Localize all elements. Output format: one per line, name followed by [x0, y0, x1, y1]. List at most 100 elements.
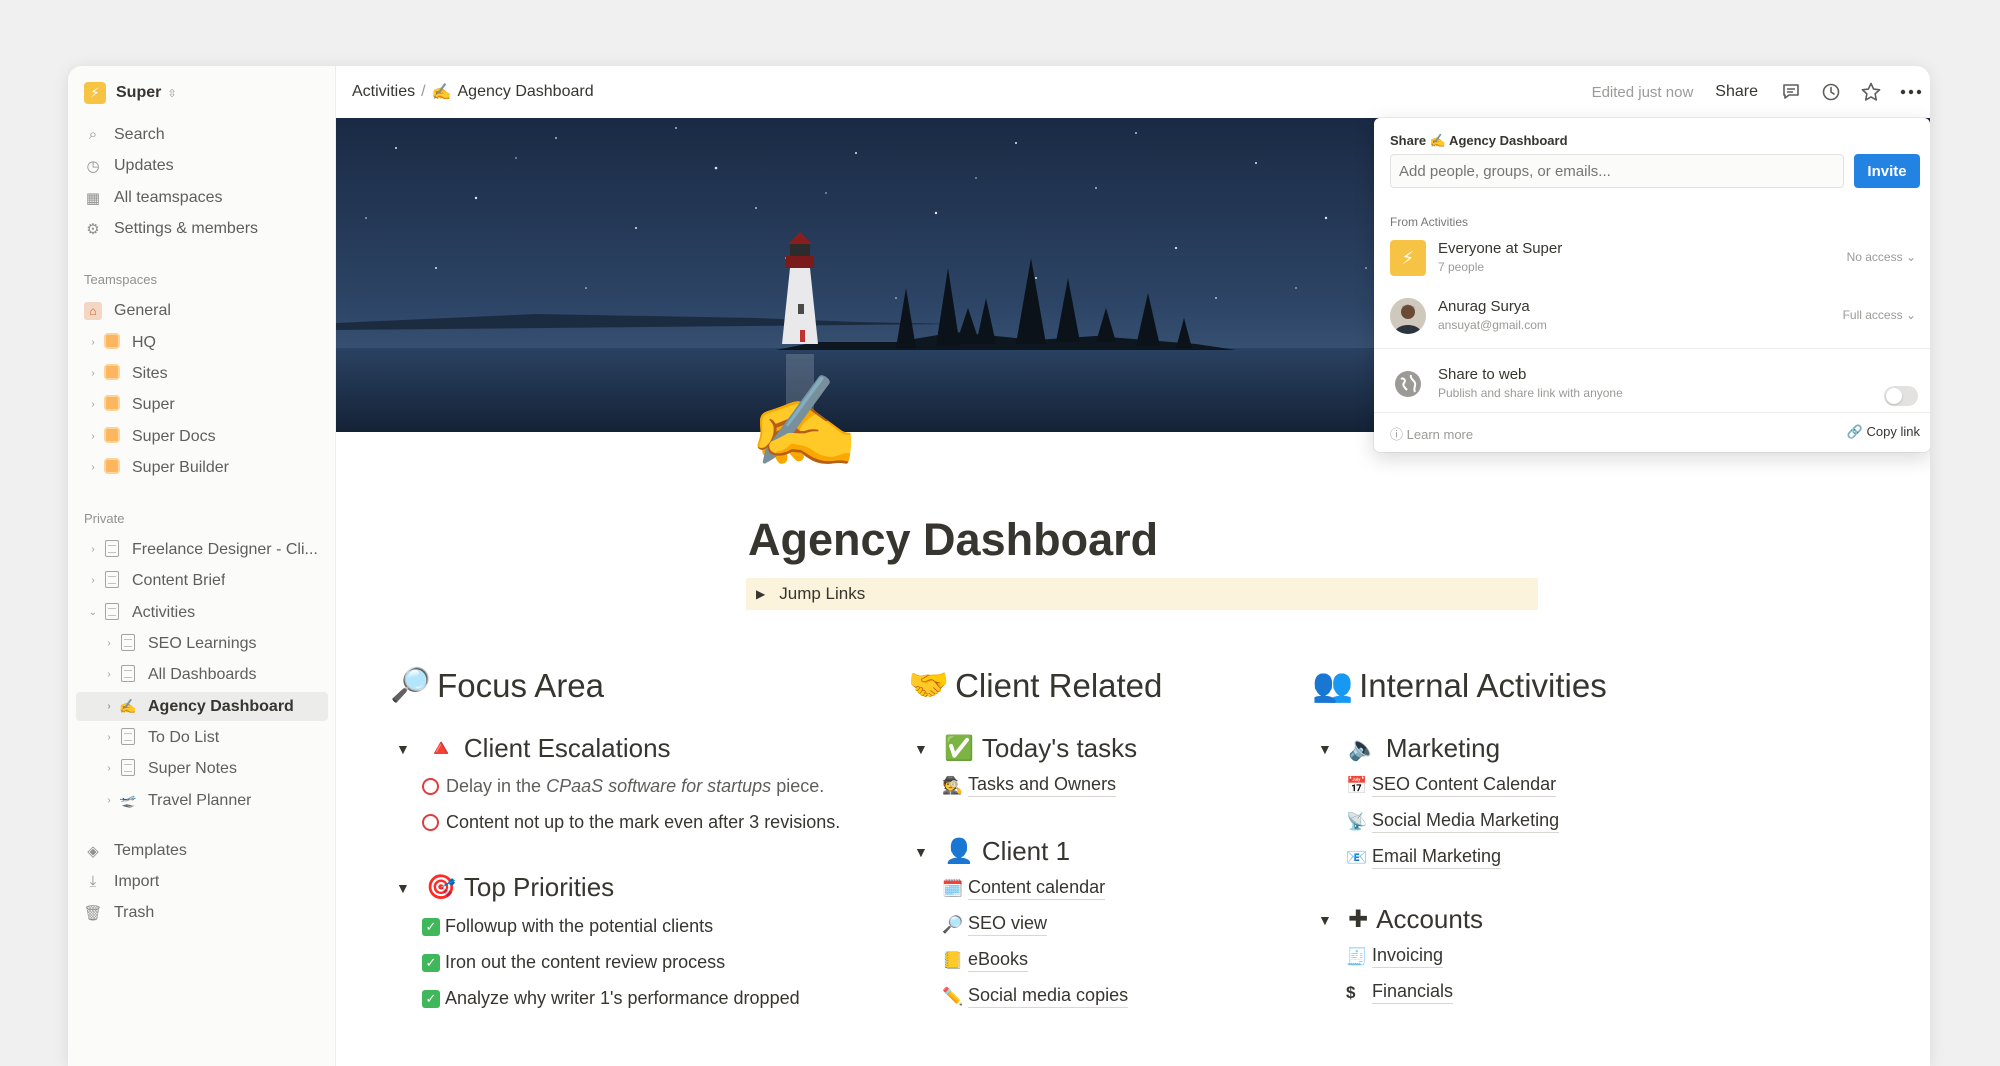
magnifier-icon: 🔎 [942, 914, 964, 934]
link-content-calendar[interactable]: 🗓️ Content calendar [942, 877, 1106, 900]
more-icon[interactable] [1898, 79, 1924, 105]
toggle-triangle-icon[interactable]: ▶ [756, 587, 765, 601]
toggle-triangle-icon[interactable]: ▼ [1318, 741, 1348, 757]
access-dropdown[interactable]: Full access ⌄ [1843, 308, 1916, 322]
target-icon: 🎯 [426, 874, 456, 901]
toggle-client-1[interactable]: ▼ 👤 Client 1 [914, 836, 1070, 867]
link-ebooks[interactable]: 📒 eBooks [942, 949, 1029, 972]
link-email-marketing[interactable]: 📧 Email Marketing [1346, 846, 1502, 869]
jump-links-toggle[interactable]: ▶ Jump Links [746, 578, 1538, 610]
sidebar-item-all-dashboards[interactable]: › All Dashboards [76, 660, 328, 689]
link-social-media-marketing[interactable]: 📡 Social Media Marketing [1346, 810, 1560, 833]
chevron-right-icon[interactable]: › [86, 575, 100, 586]
clock-icon: ◷ [86, 157, 100, 175]
invite-button[interactable]: Invite [1854, 154, 1920, 188]
sidebar-item-search[interactable]: ⌕ Search [76, 120, 328, 149]
link-tasks-and-owners[interactable]: 🕵️ Tasks and Owners [942, 774, 1117, 797]
chevron-right-icon[interactable]: › [86, 337, 100, 348]
chevron-right-icon[interactable]: › [86, 462, 100, 473]
toggle-marketing[interactable]: ▼ 🔈 Marketing [1318, 733, 1500, 764]
invite-input[interactable] [1390, 154, 1844, 188]
sidebar-item-seo-learnings[interactable]: › SEO Learnings [76, 629, 328, 658]
sidebar-item-super-docs[interactable]: › Super Docs [76, 422, 328, 451]
toggle-client-escalations[interactable]: ▼ 🔺 Client Escalations [396, 733, 671, 764]
link-seo-view[interactable]: 🔎 SEO view [942, 913, 1048, 936]
toggle-triangle-icon[interactable]: ▼ [914, 844, 944, 860]
share-name: Everyone at Super [1438, 240, 1563, 257]
airplane-icon: 🛫 [119, 792, 137, 808]
sidebar-item-label: Search [114, 125, 165, 143]
workspace-switcher[interactable]: ⚡ Super ⇳ [84, 80, 335, 106]
page-icon [102, 602, 122, 623]
chevron-right-icon[interactable]: › [86, 368, 100, 379]
sidebar-item-content-brief[interactable]: › Content Brief [76, 566, 328, 595]
chevron-right-icon[interactable]: › [102, 638, 116, 649]
copy-link-button[interactable]: 🔗 Copy link [1847, 424, 1920, 440]
writing-hand-icon: ✍️ [119, 698, 137, 714]
teamspace-icon [102, 427, 122, 446]
sidebar-item-updates[interactable]: ◷ Updates [76, 151, 328, 180]
sidebar-item-label: Sites [132, 364, 168, 382]
trash-icon: 🗑 [83, 904, 103, 922]
calendar-icon: 📅 [1346, 775, 1368, 795]
history-clock-icon[interactable] [1818, 79, 1844, 105]
globe-icon [1390, 366, 1426, 402]
toggle-top-priorities[interactable]: ▼ 🎯 Top Priorities [396, 872, 614, 903]
breadcrumb-parent[interactable]: Activities [352, 83, 415, 101]
breadcrumb-current[interactable]: Agency Dashboard [458, 83, 594, 101]
comment-icon[interactable] [1778, 79, 1804, 105]
chevron-right-icon[interactable]: › [102, 763, 116, 774]
sidebar-item-templates[interactable]: ◈ Templates [76, 836, 328, 865]
gear-icon: ⚙ [86, 220, 100, 238]
chevron-down-icon[interactable]: ⌄ [86, 607, 100, 618]
share-popup: Share ✍️ Agency Dashboard Invite From Ac… [1374, 118, 1930, 452]
sidebar-item-sites[interactable]: › Sites [76, 359, 328, 388]
learn-more-link[interactable]: ⓘ Learn more [1390, 424, 1473, 443]
chevron-right-icon[interactable]: › [102, 701, 116, 712]
chevron-right-icon[interactable]: › [102, 795, 116, 806]
toggle-triangle-icon[interactable]: ▼ [396, 880, 426, 896]
sidebar-item-trash[interactable]: 🗑 Trash [76, 898, 328, 927]
sidebar-item-super[interactable]: › Super [76, 390, 328, 419]
page-icon-writing-hand[interactable]: ✍️ [748, 378, 860, 468]
star-icon[interactable] [1858, 79, 1884, 105]
link-invoicing[interactable]: 🧾 Invoicing [1346, 945, 1444, 968]
access-dropdown[interactable]: No access ⌄ [1847, 250, 1916, 264]
chevron-right-icon[interactable]: › [86, 544, 100, 555]
sidebar-item-label: Import [114, 872, 160, 890]
sidebar-item-travel-planner[interactable]: › 🛫 Travel Planner [76, 786, 328, 815]
chevron-right-icon[interactable]: › [86, 431, 100, 442]
link-social-media-copies[interactable]: ✏️ Social media copies [942, 985, 1129, 1008]
check-mark-icon: ✓ [422, 989, 440, 1008]
sidebar-item-label: Updates [114, 156, 174, 174]
sidebar-item-agency-dashboard[interactable]: › ✍️ Agency Dashboard [76, 692, 328, 721]
page-icon [102, 539, 122, 560]
toggle-triangle-icon[interactable]: ▼ [396, 741, 426, 757]
link-seo-content-calendar[interactable]: 📅 SEO Content Calendar [1346, 774, 1557, 797]
share-to-web-toggle[interactable] [1884, 386, 1918, 406]
sidebar-item-general[interactable]: ⌂ General [76, 296, 328, 325]
sidebar-item-super-notes[interactable]: › Super Notes [76, 754, 328, 783]
sidebar-item-hq[interactable]: › HQ [76, 328, 328, 357]
sidebar-item-activities[interactable]: ⌄ Activities [76, 598, 328, 627]
home-icon: ⌂ [82, 301, 104, 320]
sidebar-item-import[interactable]: ⤓ Import [76, 867, 328, 896]
chevron-right-icon[interactable]: › [102, 732, 116, 743]
sidebar-item-super-builder[interactable]: › Super Builder [76, 453, 328, 482]
chevron-right-icon[interactable]: › [86, 399, 100, 410]
toggle-todays-tasks[interactable]: ▼ ✅ Today's tasks [914, 733, 1137, 764]
share-to-web-row[interactable]: Share to web Publish and share link with… [1390, 364, 1916, 404]
chevron-down-icon: ⌄ [1905, 308, 1916, 322]
page-title[interactable]: Agency Dashboard [748, 514, 1158, 566]
toggle-accounts[interactable]: ▼ ✚ Accounts [1318, 904, 1483, 935]
chevron-right-icon[interactable]: › [102, 669, 116, 680]
toggle-triangle-icon[interactable]: ▼ [1318, 912, 1348, 928]
sidebar-item-all-teamspaces[interactable]: ▦ All teamspaces [76, 183, 328, 212]
toggle-triangle-icon[interactable]: ▼ [914, 741, 944, 757]
sidebar-item-settings[interactable]: ⚙ Settings & members [76, 214, 328, 243]
plus-icon: ✚ [1348, 906, 1369, 933]
link-financials[interactable]: $ Financials [1346, 981, 1454, 1004]
sidebar-item-to-do-list[interactable]: › To Do List [76, 723, 328, 752]
sidebar-item-freelance[interactable]: › Freelance Designer - Cli... [76, 535, 328, 564]
share-button[interactable]: Share [1715, 83, 1758, 101]
